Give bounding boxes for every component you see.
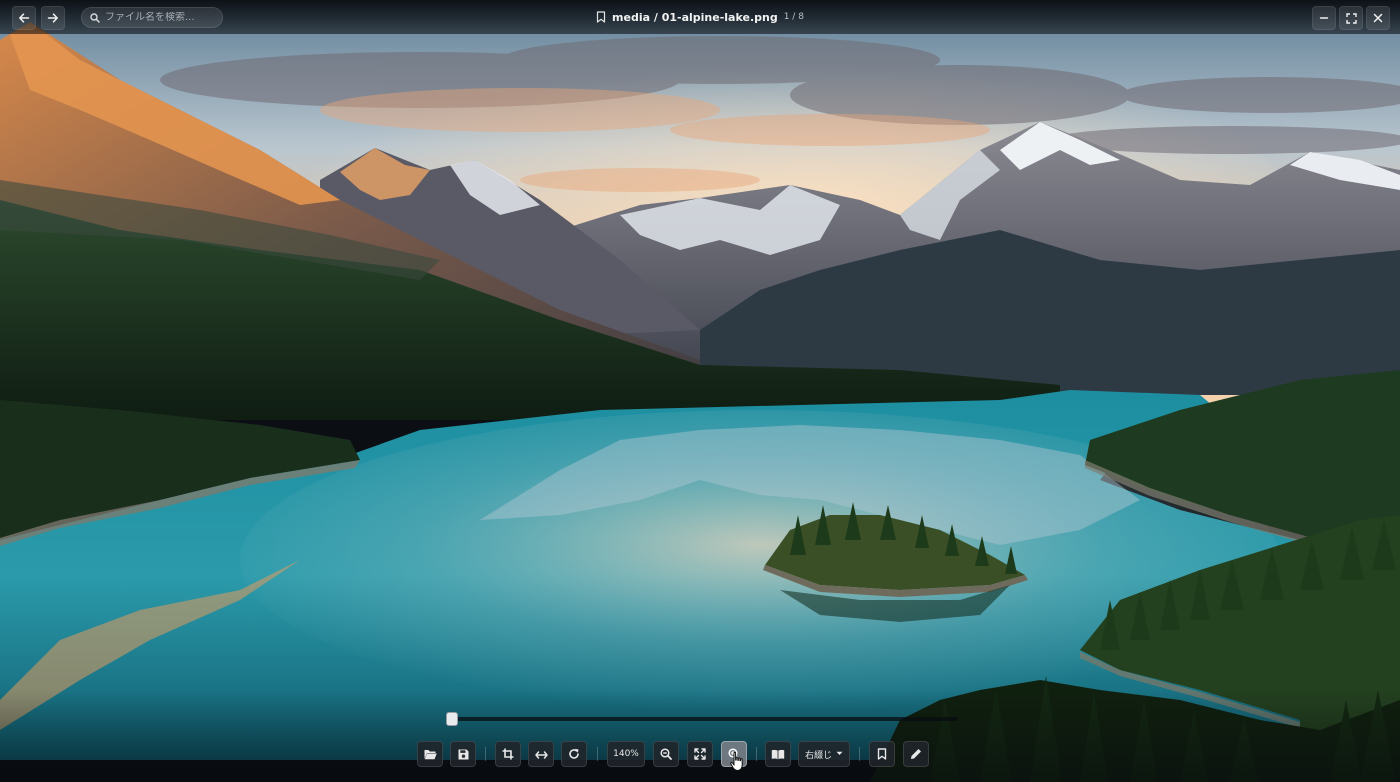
zoom-out-icon [660, 745, 672, 764]
folder-open-icon [424, 745, 437, 764]
alpine-lake-image [0, 0, 1400, 782]
minimize-button[interactable] [1312, 6, 1336, 30]
zoom-level[interactable]: 140% [607, 741, 645, 767]
zoom-in-icon [728, 745, 740, 764]
zoom-out-button[interactable] [653, 741, 679, 767]
flip-horizontal-icon [534, 745, 548, 764]
image-viewer-window: media / 01-alpine-lake.png 1 / 8 [0, 0, 1400, 782]
zoom-in-button[interactable] [721, 741, 747, 767]
arrow-right-icon [47, 12, 59, 24]
bookmark-icon [877, 745, 887, 764]
page-indicator: 1 / 8 [783, 12, 804, 22]
search-input[interactable] [105, 12, 215, 23]
back-button[interactable] [12, 6, 36, 30]
search-box[interactable] [81, 7, 223, 28]
title-group: media / 01-alpine-lake.png 1 / 8 [596, 8, 804, 27]
search-icon [90, 8, 100, 27]
bookmark-button[interactable] [869, 741, 895, 767]
bookmark-outline-icon[interactable] [596, 8, 606, 27]
arrow-left-icon [18, 12, 30, 24]
bottom-toolbar: 140% 右綴じ [417, 741, 937, 767]
chevron-down-icon [836, 749, 843, 759]
book-view-button[interactable] [765, 741, 791, 767]
edit-button[interactable] [903, 741, 929, 767]
fit-screen-icon [694, 745, 706, 764]
fullscreen-button[interactable] [1339, 6, 1363, 30]
page-slider[interactable] [446, 712, 958, 726]
save-button[interactable] [450, 741, 476, 767]
close-button[interactable] [1366, 6, 1390, 30]
pencil-icon [910, 745, 922, 764]
open-folder-button[interactable] [417, 741, 443, 767]
file-breadcrumb: media / 01-alpine-lake.png [612, 10, 778, 24]
book-icon [771, 745, 785, 764]
rotate-button[interactable] [561, 741, 587, 767]
reading-direction-select[interactable]: 右綴じ [798, 741, 850, 767]
fit-screen-button[interactable] [687, 741, 713, 767]
reading-direction-label: 右綴じ [804, 750, 832, 761]
save-icon [458, 745, 469, 764]
forward-button[interactable] [41, 6, 65, 30]
fullscreen-icon [1345, 12, 1357, 24]
crop-button[interactable] [495, 741, 521, 767]
close-icon [1373, 13, 1383, 23]
rotate-icon [568, 745, 580, 764]
crop-icon [502, 745, 514, 764]
page-slider-thumb[interactable] [446, 712, 458, 726]
minimize-icon [1319, 13, 1329, 23]
flip-horizontal-button[interactable] [528, 741, 554, 767]
